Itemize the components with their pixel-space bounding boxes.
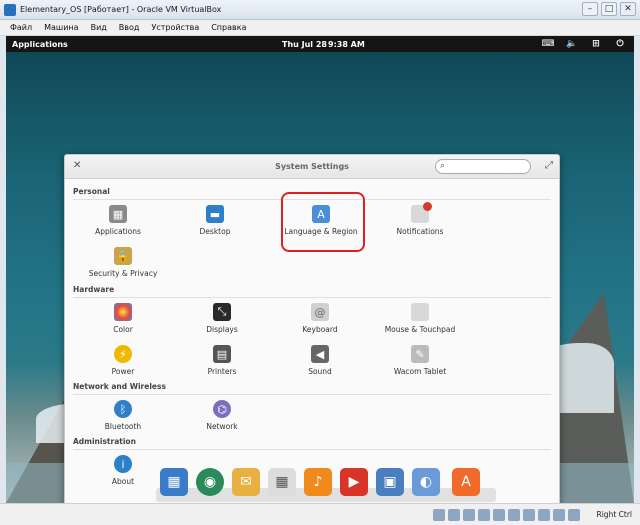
item-label: Printers <box>207 367 237 376</box>
usb-icon[interactable] <box>493 509 505 521</box>
cpu-icon[interactable] <box>553 509 565 521</box>
guest-screen: Applications Thu Jul 28 9:38 AM ⌨ 🔈 ⊞ ⏻ … <box>6 36 634 503</box>
category-network: Network and Wireless <box>73 382 551 395</box>
host-key-label: Right Ctrl <box>596 510 632 519</box>
top-panel: Applications Thu Jul 28 9:38 AM ⌨ 🔈 ⊞ ⏻ <box>6 36 634 52</box>
item-label: Bluetooth <box>104 422 142 431</box>
item-label: Power <box>111 367 135 376</box>
maximize-icon[interactable]: ⤢ <box>545 160 553 171</box>
close-button[interactable]: ✕ <box>620 2 636 16</box>
settings-item-bluetooth[interactable]: ᛒ Bluetooth <box>73 400 173 431</box>
network-adapter-icon[interactable] <box>478 509 490 521</box>
power-icon: ⚡ <box>114 345 132 363</box>
sound-icon: ◀ <box>311 345 329 363</box>
desktop-icon: ▬ <box>206 205 224 223</box>
menu-file[interactable]: Файл <box>10 23 32 32</box>
settings-header: ✕ System Settings ⌕ ⤢ <box>65 155 559 179</box>
settings-item-wacom-tablet[interactable]: ✎ Wacom Tablet <box>370 345 470 376</box>
audio-icon[interactable] <box>463 509 475 521</box>
keyboard-layout-icon[interactable]: ⌨ <box>542 38 555 50</box>
color-icon <box>114 303 132 321</box>
settings-item-notifications[interactable]: Notifications <box>370 202 470 236</box>
applications-icon: ▦ <box>109 205 127 223</box>
item-label: Desktop <box>199 227 231 236</box>
window-title: Elementary_OS [Работает] - Oracle VM Vir… <box>20 5 222 14</box>
wacom-icon: ✎ <box>411 345 429 363</box>
menu-devices[interactable]: Устройства <box>151 23 199 32</box>
calendar-icon[interactable]: ▦ <box>268 468 296 496</box>
hdd-icon[interactable] <box>433 509 445 521</box>
panel-time[interactable]: 9:38 AM <box>328 40 365 49</box>
volume-icon[interactable]: 🔈 <box>566 38 578 50</box>
applications-menu[interactable]: Applications <box>12 40 68 49</box>
bluetooth-icon: ᛒ <box>114 400 132 418</box>
item-label: Displays <box>206 325 238 334</box>
printer-icon: ▤ <box>213 345 231 363</box>
network-indicator-icon[interactable]: ⊞ <box>590 38 602 50</box>
item-label: Wacom Tablet <box>393 367 447 376</box>
video-capture-icon[interactable] <box>538 509 550 521</box>
lock-icon: 🔒 <box>114 247 132 265</box>
shared-folders-icon[interactable] <box>508 509 520 521</box>
highlight-annotation <box>281 192 365 252</box>
category-hardware: Hardware <box>73 285 554 298</box>
category-personal: Personal <box>73 187 550 200</box>
appcenter-icon[interactable]: A <box>452 468 480 496</box>
settings-item-color[interactable]: Color <box>73 303 173 334</box>
settings-item-keyboard[interactable]: @ Keyboard <box>270 303 370 334</box>
photos-icon[interactable]: ▣ <box>376 468 404 496</box>
virtualbox-icon <box>4 3 16 16</box>
dock: ▦ ◉ ✉ ▦ ♪ ▶ ▣ ◐ A <box>156 468 496 502</box>
settings-item-network[interactable]: ⌬ Network <box>172 400 272 431</box>
mouse-icon <box>411 303 429 321</box>
music-icon[interactable]: ♪ <box>304 468 332 496</box>
power-indicator-icon[interactable]: ⏻ <box>614 38 626 50</box>
item-label: Network <box>206 422 238 431</box>
notifications-icon <box>411 202 432 223</box>
settings-item-security-privacy[interactable]: 🔒 Security & Privacy <box>73 247 173 278</box>
item-label: Notifications <box>396 227 444 236</box>
vbox-title-bar: Elementary_OS [Работает] - Oracle VM Vir… <box>0 0 640 20</box>
settings-item-printers[interactable]: ▤ Printers <box>172 345 272 376</box>
item-label: Security & Privacy <box>88 269 158 278</box>
minimize-button[interactable]: – <box>582 2 598 16</box>
settings-item-mouse-touchpad[interactable]: Mouse & Touchpad <box>370 303 470 334</box>
settings-item-sound[interactable]: ◀ Sound <box>270 345 370 376</box>
keyboard-icon: @ <box>311 303 329 321</box>
panel-date[interactable]: Thu Jul 28 <box>282 40 327 49</box>
menu-machine[interactable]: Машина <box>44 23 78 32</box>
display-icon[interactable] <box>523 509 535 521</box>
vbox-menu-bar: Файл Машина Вид Ввод Устройства Справка <box>0 20 640 36</box>
category-administration: Administration <box>73 437 551 450</box>
item-label: Keyboard <box>302 325 338 334</box>
search-input[interactable] <box>452 161 526 172</box>
multitasking-icon[interactable]: ▦ <box>160 468 188 496</box>
settings-item-desktop[interactable]: ▬ Desktop <box>165 205 265 236</box>
switchboard-icon[interactable]: ◐ <box>412 468 440 496</box>
item-label: Applications <box>95 227 141 236</box>
mail-icon[interactable]: ✉ <box>232 468 260 496</box>
search-icon: ⌕ <box>440 161 446 171</box>
item-label: Sound <box>308 367 332 376</box>
about-icon: i <box>114 455 132 473</box>
browser-icon[interactable]: ◉ <box>196 468 224 496</box>
item-label: Mouse & Touchpad <box>384 325 456 334</box>
menu-input[interactable]: Ввод <box>119 23 140 32</box>
system-settings-window: ✕ System Settings ⌕ ⤢ Personal ▦ Applica… <box>64 154 560 503</box>
vbox-status-bar: Right Ctrl <box>0 503 640 525</box>
settings-item-displays[interactable]: ⤡ Displays <box>172 303 272 334</box>
mouse-integration-icon[interactable] <box>568 509 580 521</box>
network-icon: ⌬ <box>213 400 231 418</box>
settings-item-applications[interactable]: ▦ Applications <box>68 205 168 236</box>
menu-view[interactable]: Вид <box>91 23 107 32</box>
displays-icon: ⤡ <box>213 303 231 321</box>
maximize-button[interactable]: □ <box>601 2 617 16</box>
optical-icon[interactable] <box>448 509 460 521</box>
menu-help[interactable]: Справка <box>211 23 246 32</box>
item-label: Color <box>113 325 133 334</box>
videos-icon[interactable]: ▶ <box>340 468 368 496</box>
settings-item-power[interactable]: ⚡ Power <box>73 345 173 376</box>
settings-search[interactable]: ⌕ <box>435 159 531 174</box>
